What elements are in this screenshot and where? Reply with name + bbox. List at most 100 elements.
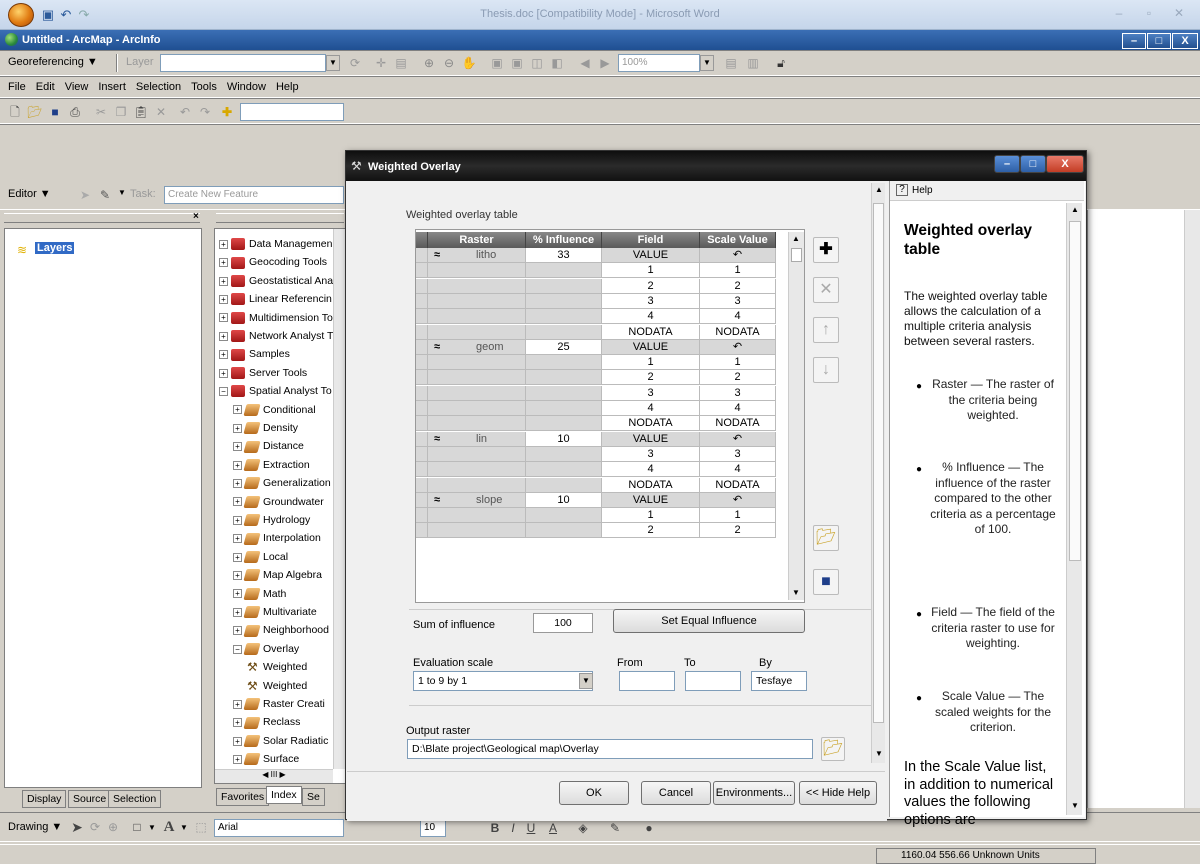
expand-icon[interactable]: + <box>219 258 228 268</box>
raster-cell[interactable]: ≈ lin <box>428 431 526 447</box>
scroll-down-icon[interactable]: ▼ <box>1071 801 1079 810</box>
scroll-down-icon[interactable]: ▼ <box>875 749 883 758</box>
fixed-zoom-out-icon[interactable]: ▣ <box>508 54 526 72</box>
toolbox-item[interactable]: + Neighborhood <box>233 624 329 642</box>
toolbox-item[interactable]: + Distance <box>233 440 304 458</box>
help-scrollbar[interactable]: ▲ ▼ <box>1066 203 1082 815</box>
cut-icon[interactable]: ✂ <box>92 103 110 121</box>
expand-icon[interactable]: + <box>219 313 228 323</box>
raster-cell[interactable]: ≈ geom <box>428 339 526 355</box>
scale-value-cell[interactable]: 2 <box>700 370 776 386</box>
toolbox-item[interactable]: + Interpolation <box>233 532 321 550</box>
scale-value-cell[interactable]: 4 <box>700 462 776 478</box>
collapse-raster-icon[interactable]: ≈ <box>434 494 440 506</box>
scale-value-cell[interactable]: 2 <box>700 523 776 539</box>
save-icon[interactable]: ■ <box>46 103 64 121</box>
close-icon[interactable]: × <box>193 211 199 222</box>
toolbox-item[interactable]: + Local <box>233 551 288 569</box>
expand-icon[interactable]: + <box>233 607 242 617</box>
scale-value-cell[interactable]: ↶ <box>700 431 776 447</box>
map-area[interactable] <box>1087 210 1200 808</box>
menu-window[interactable]: Window <box>227 81 266 93</box>
expand-icon[interactable]: + <box>233 754 242 764</box>
collapse-raster-icon[interactable]: ≈ <box>434 433 440 445</box>
open-icon[interactable]: 📂︎ <box>26 103 44 121</box>
menu-help[interactable]: Help <box>276 81 299 93</box>
dialog-scrollbar[interactable]: ▲ ▼ <box>871 183 885 763</box>
expand-icon[interactable]: + <box>233 442 242 452</box>
scale-value-cell[interactable]: NODATA <box>700 477 776 493</box>
scale-value-cell[interactable]: NODATA <box>700 416 776 432</box>
scale-value-cell[interactable]: ↶ <box>700 248 776 263</box>
eval-scale-select[interactable]: 1 to 9 by 1 <box>413 671 593 691</box>
set-equal-influence-button[interactable]: Set Equal Influence <box>613 609 805 633</box>
expand-icon[interactable]: + <box>233 589 242 599</box>
collapse-icon[interactable]: − <box>219 386 228 396</box>
collapse-icon[interactable]: − <box>233 644 242 654</box>
chevron-down-icon[interactable]: ▼ <box>148 823 156 832</box>
redo-icon[interactable]: ↷ <box>196 103 214 121</box>
tab-display[interactable]: Display <box>22 790 67 808</box>
raster-cell[interactable]: ≈ litho <box>428 248 526 263</box>
scale-value-cell[interactable]: 4 <box>700 309 776 325</box>
word-maximize-icon[interactable]: ▫ <box>1140 6 1158 22</box>
delete-icon[interactable]: ✕ <box>152 103 170 121</box>
layout-icon[interactable]: ▤ <box>722 54 740 72</box>
toolbox-item[interactable]: + Data Managemen <box>219 238 332 256</box>
scale-value-cell[interactable]: 1 <box>700 355 776 371</box>
toolbox-item[interactable]: + Samples <box>219 348 290 366</box>
edit-tool-icon[interactable]: ➤ <box>76 186 94 204</box>
influence-cell[interactable]: 10 <box>526 431 602 447</box>
influence-cell[interactable]: 10 <box>526 492 602 508</box>
scroll-down-icon[interactable]: ▼ <box>792 588 800 597</box>
scale-value-cell[interactable]: 4 <box>700 401 776 416</box>
italic-icon[interactable]: I <box>504 819 522 837</box>
font-size-combo[interactable]: 10 <box>420 819 446 837</box>
font-combo[interactable]: Arial <box>214 819 344 837</box>
go-forward-icon[interactable]: ▶ <box>596 54 614 72</box>
fill-color-icon[interactable]: ◈ <box>574 819 592 837</box>
word-minimize-icon[interactable]: – <box>1110 6 1128 22</box>
toolbox-item[interactable]: + Network Analyst T <box>219 330 333 348</box>
marker-color-icon[interactable]: ● <box>640 819 658 837</box>
ok-button[interactable]: OK <box>559 781 629 805</box>
scale-value-cell[interactable]: ↶ <box>700 339 776 355</box>
chevron-down-icon[interactable]: ▼ <box>180 823 188 832</box>
drawing-menu[interactable]: Drawing ▼ <box>8 821 62 833</box>
expand-icon[interactable]: + <box>233 515 242 525</box>
expand-icon[interactable]: + <box>233 534 242 544</box>
underline-icon[interactable]: U <box>522 819 540 837</box>
zoom-out-icon[interactable]: ⊖ <box>440 54 458 72</box>
copy-icon[interactable]: ❐ <box>112 103 130 121</box>
line-color-icon[interactable]: ✎ <box>606 819 624 837</box>
go-back-icon[interactable]: ◀ <box>576 54 594 72</box>
scale-value-cell[interactable]: 3 <box>700 446 776 462</box>
dialog-maximize-icon[interactable]: □ <box>1020 155 1046 173</box>
move-up-icon[interactable]: ↑ <box>813 317 839 343</box>
expand-icon[interactable]: + <box>219 276 228 286</box>
toolbox-item[interactable]: + Density <box>233 422 298 440</box>
zoom-whole-page-icon[interactable]: ⊕ <box>104 818 122 836</box>
expand-icon[interactable]: + <box>233 497 242 507</box>
from-input[interactable] <box>619 671 675 691</box>
rotate-element-icon[interactable]: ⟳ <box>86 818 104 836</box>
arcmap-minimize-icon[interactable]: – <box>1122 33 1146 49</box>
undo-icon[interactable]: ↶ <box>176 103 194 121</box>
raster-cell[interactable]: ≈ slope <box>428 492 526 508</box>
page-icon[interactable]: ▥ <box>744 54 762 72</box>
full-extent-icon[interactable]: ◫ <box>528 54 546 72</box>
move-down-icon[interactable]: ↓ <box>813 357 839 383</box>
toolbox-item[interactable]: + Multidimension To <box>219 312 333 330</box>
toolbox-item[interactable]: ⚒ Weighted <box>247 661 307 679</box>
expand-icon[interactable]: + <box>233 736 242 746</box>
print-icon[interactable]: ⎙ <box>66 103 84 121</box>
tab-favorites[interactable]: Favorites <box>216 788 270 806</box>
menu-edit[interactable]: Edit <box>36 81 55 93</box>
toolbox-item[interactable]: + Geostatistical Ana <box>219 275 333 293</box>
new-text-icon[interactable]: A <box>160 818 178 836</box>
output-raster-input[interactable]: D:\Blate project\Geological map\Overlay <box>407 739 813 759</box>
link-table-icon[interactable]: ▤ <box>392 54 410 72</box>
dialog-minimize-icon[interactable]: – <box>994 155 1020 173</box>
open-folder-icon[interactable]: 📂︎ <box>813 525 839 551</box>
scale-value-cell[interactable]: 2 <box>700 278 776 294</box>
